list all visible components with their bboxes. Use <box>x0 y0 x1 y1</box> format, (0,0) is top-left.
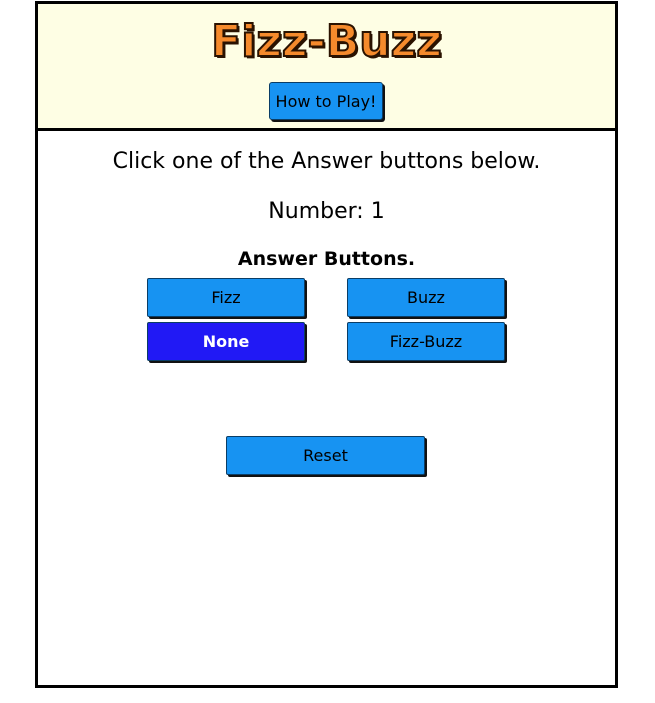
buzz-button[interactable]: Buzz <box>347 278 505 317</box>
fizz-button[interactable]: Fizz <box>147 278 305 317</box>
number-value: 1 <box>370 199 385 224</box>
game-title: Fizz-Buzz <box>210 16 443 67</box>
header: Fizz-Buzz How to Play! <box>38 4 615 131</box>
game-frame: Fizz-Buzz How to Play! Click one of the … <box>35 1 618 688</box>
none-button[interactable]: None <box>147 322 305 361</box>
fizz-buzz-button[interactable]: Fizz-Buzz <box>347 322 505 361</box>
how-to-play-button[interactable]: How to Play! <box>269 82 383 120</box>
number-label: Number: <box>268 199 364 224</box>
instruction-text: Click one of the Answer buttons below. <box>112 149 541 174</box>
reset-button[interactable]: Reset <box>226 436 425 475</box>
number-display: Number: 1 <box>38 198 615 226</box>
answer-buttons-heading: Answer Buttons. <box>237 248 416 270</box>
